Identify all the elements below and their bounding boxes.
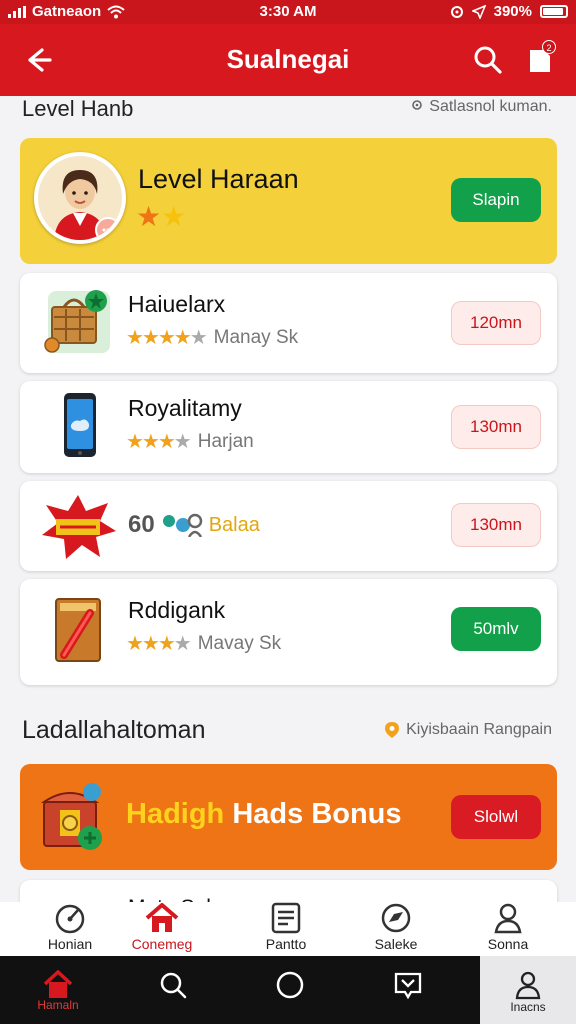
rating-stars: ★★★★ — [126, 633, 192, 655]
treasure-chest-icon — [40, 783, 102, 850]
banner-main: Hads Bonus — [232, 798, 402, 830]
item-rating: ★★★★ Mavay Sk — [126, 631, 281, 656]
tab-conemeg[interactable]: Conemeg — [112, 902, 212, 956]
people-icon — [162, 513, 202, 537]
item-title-row: 60 Balaa — [128, 511, 260, 539]
avatar — [34, 152, 126, 244]
bottom-tab-bar: Honian Conemeg Pantto Saleke Sonna — [0, 902, 576, 956]
tab-label: Honian — [47, 936, 93, 952]
featured-button[interactable]: Slapin — [451, 178, 541, 222]
item-prefix: 60 — [128, 511, 155, 538]
item-button[interactable]: 130mn — [451, 503, 541, 547]
bonus-banner[interactable]: Hadigh Hads Bonus Slolwl — [20, 764, 557, 870]
list-item[interactable]: Haiuelarx ★★★★★ Manay Sk 120mn — [20, 273, 557, 373]
person-icon — [515, 971, 541, 1000]
nav-message[interactable] — [360, 956, 456, 1024]
item-title: Haiuelarx — [128, 291, 226, 317]
banner-highlight: Hadigh — [126, 798, 225, 830]
list-item[interactable]: Royalitamy ★★★★ Harjan 130mn — [20, 381, 557, 473]
house-icon — [145, 903, 179, 932]
status-bar: Gatneaon 3:30 AM 390% — [0, 0, 576, 24]
tab-sonna[interactable]: Sonna — [458, 902, 558, 956]
section-meta: Satlasnol kuman. — [411, 98, 552, 116]
compass-icon — [381, 903, 411, 933]
section-meta-text: Kiyisbaain Rangpain — [406, 721, 552, 738]
gauge-icon — [55, 904, 85, 934]
tab-label: Conemeg — [131, 936, 193, 952]
smartphone-icon — [64, 393, 96, 457]
featured-card[interactable]: Level Haraan ★★ Slapin — [20, 138, 557, 264]
nav-search[interactable] — [125, 956, 221, 1024]
app-bar: Sualnegai 2 — [0, 24, 576, 96]
featured-title: Level Haraan — [138, 164, 299, 194]
notification-badge: 2 — [542, 40, 556, 54]
section-meta[interactable]: Kiyisbaain Rangpain — [384, 721, 552, 739]
item-button[interactable]: 50mlv — [451, 607, 541, 651]
battery-icon — [540, 5, 568, 18]
message-icon — [394, 972, 422, 1000]
tab-saleke[interactable]: Saleke — [346, 902, 446, 956]
section-heading: Level Hanb — [22, 96, 134, 121]
system-nav-bar: Hamaln Inacns — [0, 956, 576, 1024]
book-icon — [55, 598, 101, 662]
nav-label: Hamaln — [37, 998, 79, 1012]
nav-profile[interactable]: Inacns — [480, 956, 576, 1024]
rating-stars: ★★★★★ — [126, 327, 208, 349]
document-icon — [271, 902, 301, 934]
location-icon — [471, 4, 486, 19]
tab-honian[interactable]: Honian — [20, 902, 120, 956]
search-icon[interactable] — [470, 42, 506, 78]
list-item[interactable]: Rddigank ★★★★ Mavay Sk 50mlv — [20, 579, 557, 685]
nav-label: Inacns — [510, 1000, 546, 1014]
star-icon: ★ — [161, 201, 187, 232]
home-icon — [43, 970, 73, 998]
item-subtitle: Harjan — [197, 430, 254, 452]
person-avatar-icon — [38, 156, 122, 240]
item-subtitle: Manay Sk — [213, 326, 299, 348]
item-title: Rddigank — [128, 597, 226, 623]
battery-percent: 390% — [493, 3, 532, 20]
location-pin-icon — [385, 722, 400, 738]
item-title: Balaa — [208, 513, 260, 536]
nav-circle[interactable] — [242, 956, 338, 1024]
banner-text: Hadigh Hads Bonus — [126, 798, 402, 831]
item-title: Royalitamy — [128, 395, 242, 421]
circle-icon — [276, 971, 304, 999]
nav-home[interactable]: Hamaln — [10, 956, 106, 1024]
basket-icon — [44, 290, 110, 353]
list-item[interactable]: 60 Balaa 130mn — [20, 481, 557, 571]
rating-stars: ★★★★ — [126, 431, 192, 453]
tab-label: Pantto — [265, 936, 307, 952]
person-icon — [494, 903, 522, 934]
item-button[interactable]: 130mn — [451, 405, 541, 449]
section-heading: Ladallahaltoman — [22, 716, 206, 744]
featured-rating: ★★ — [136, 200, 186, 233]
search-icon — [160, 972, 187, 999]
sync-icon — [450, 5, 463, 18]
star-icon: ★ — [136, 201, 162, 232]
tab-label: Saleke — [374, 936, 418, 952]
tab-label: Sonna — [487, 936, 529, 952]
item-rating: ★★★★★ Manay Sk — [126, 325, 298, 350]
banner-button[interactable]: Slolwl — [451, 795, 541, 839]
item-subtitle: Mavay Sk — [197, 632, 282, 654]
section-meta-text: Satlasnol kuman. — [429, 98, 552, 115]
location-pin-icon — [412, 100, 423, 110]
status-right: 390% — [450, 3, 568, 20]
item-button[interactable]: 120mn — [451, 301, 541, 345]
tab-pantto[interactable]: Pantto — [236, 902, 336, 956]
notification-button[interactable]: 2 — [522, 40, 558, 78]
item-rating: ★★★★ Harjan — [126, 429, 254, 454]
burst-badge-icon — [42, 495, 116, 559]
